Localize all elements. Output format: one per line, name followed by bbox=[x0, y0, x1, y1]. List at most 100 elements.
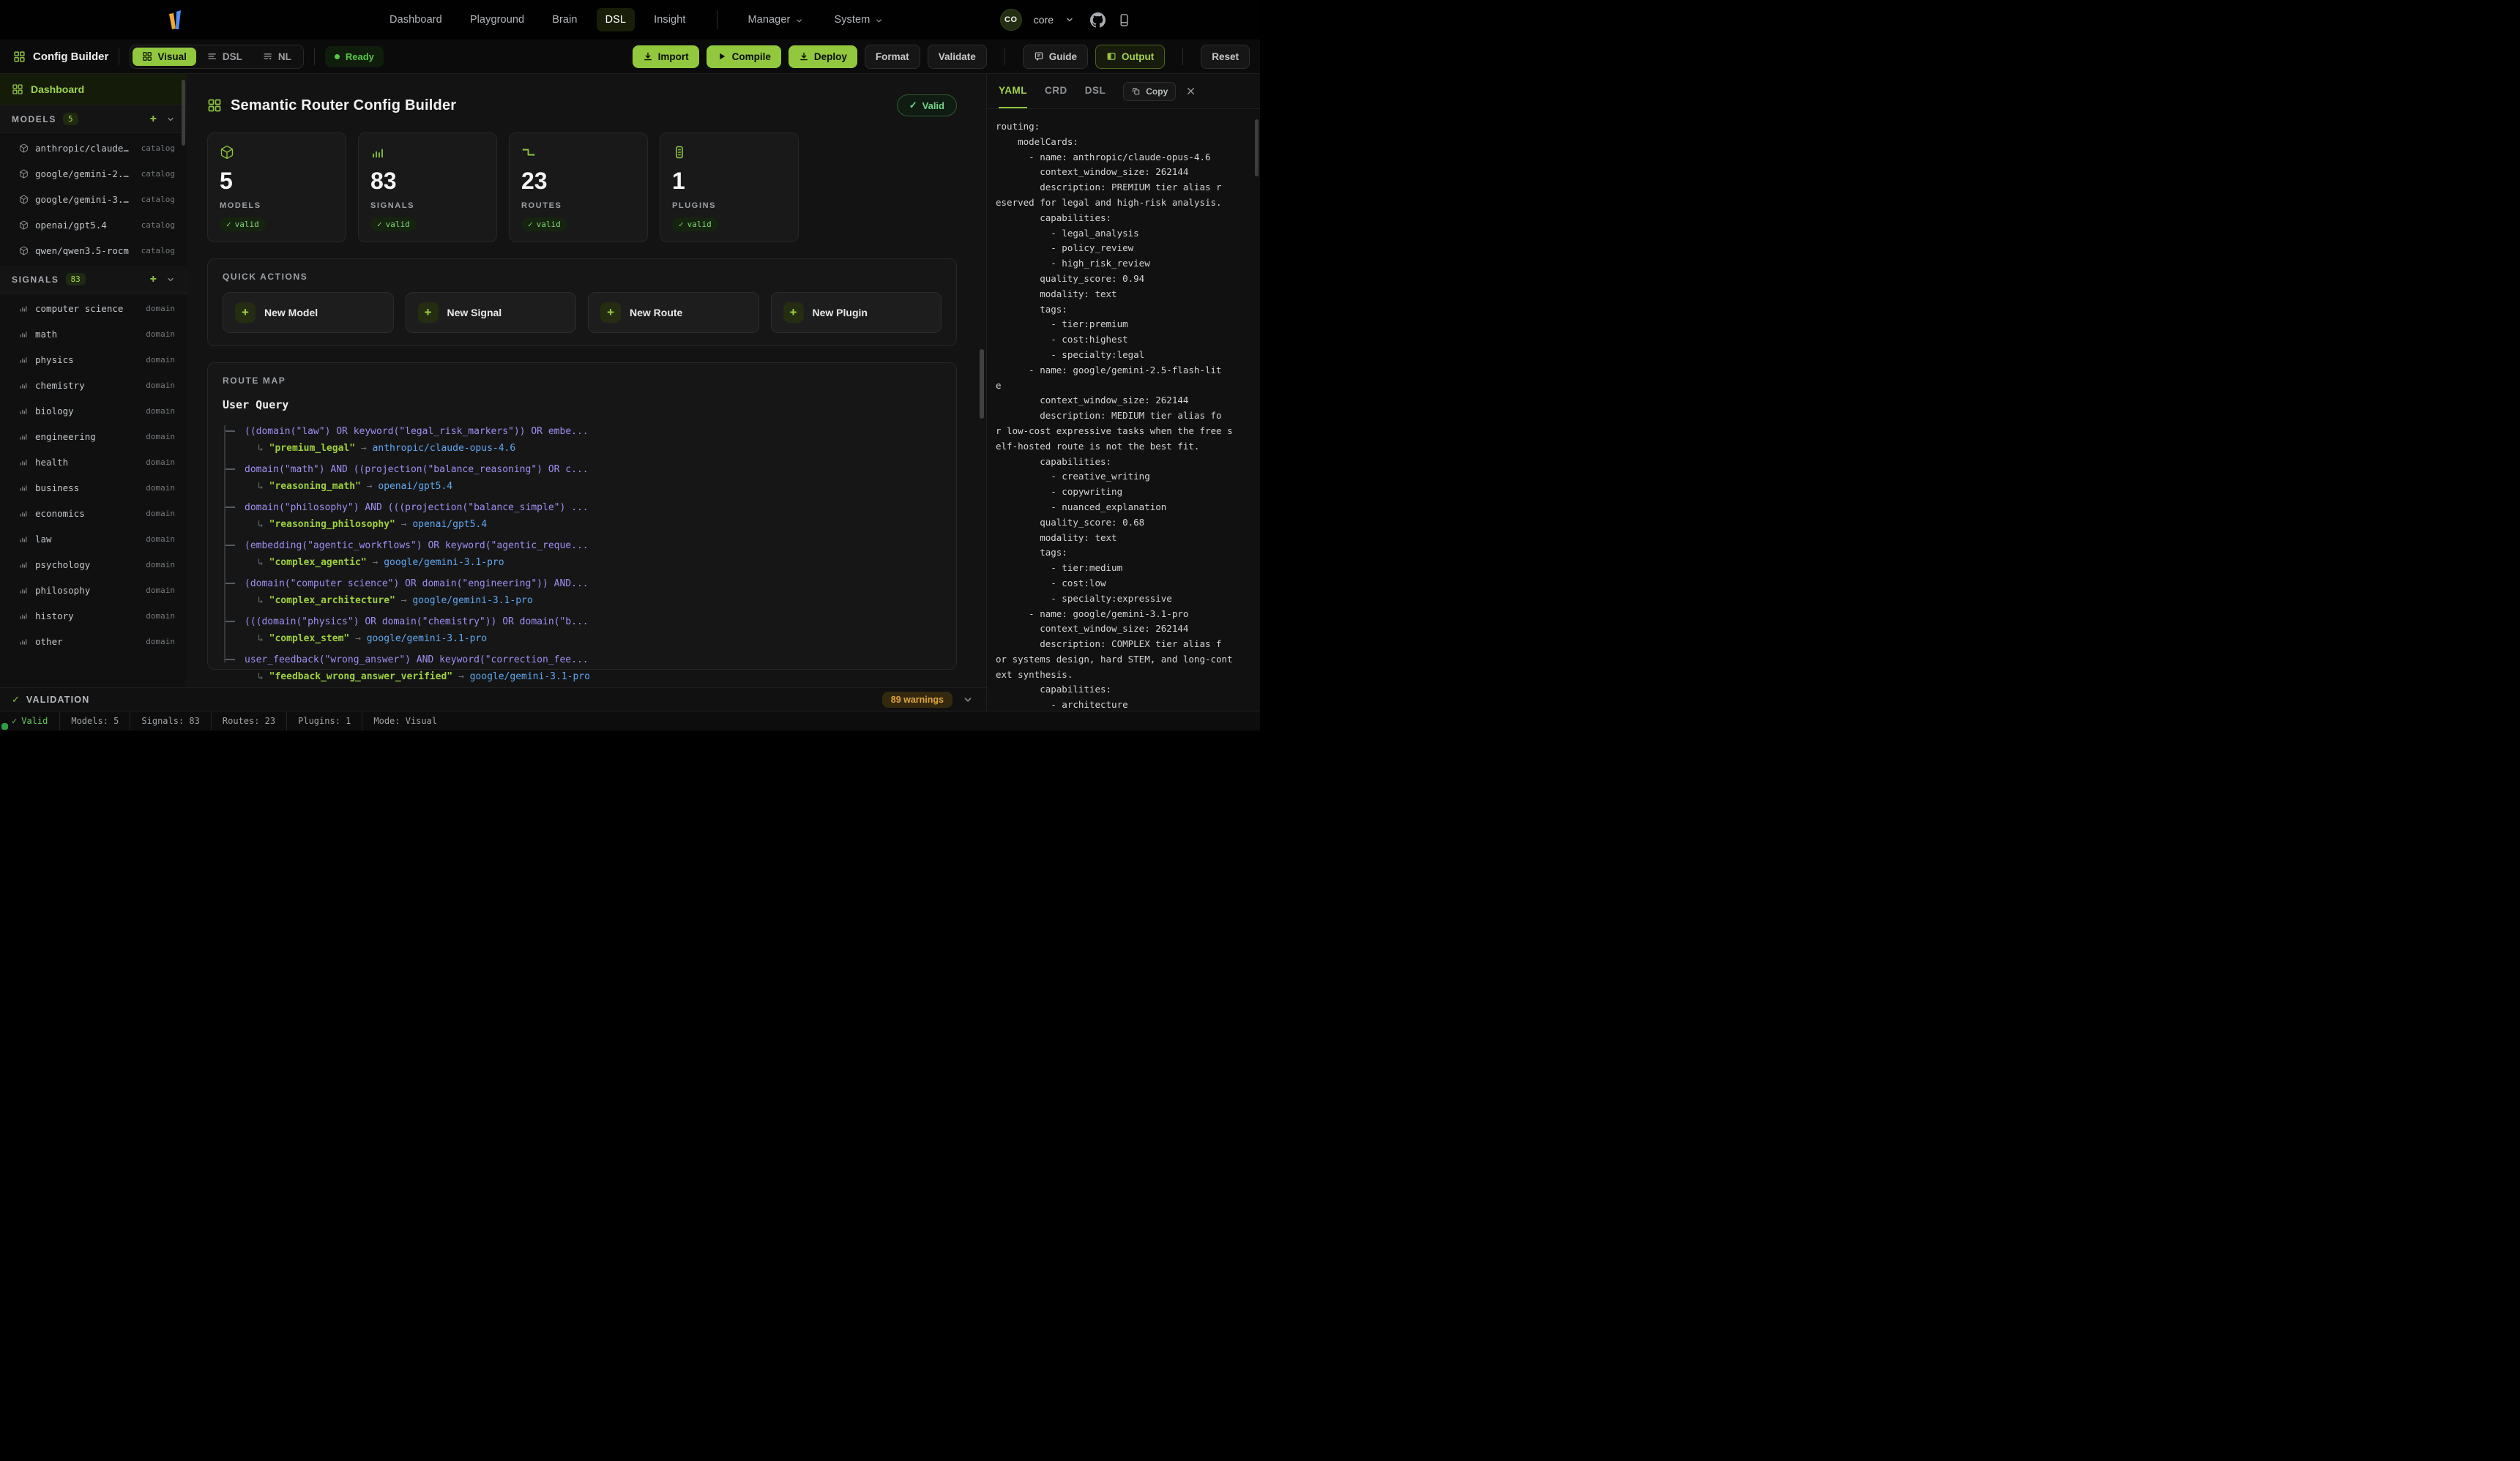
mode-tab[interactable]: DSL bbox=[198, 48, 252, 66]
nav-item[interactable]: Playground bbox=[461, 8, 533, 31]
sidebar-signal-item[interactable]: engineering domain bbox=[0, 424, 187, 449]
validation-title: VALIDATION bbox=[26, 695, 90, 705]
sidebar-model-item[interactable]: anthropic/claude… catalog bbox=[0, 135, 187, 161]
sidebar-signal-item[interactable]: business domain bbox=[0, 475, 187, 501]
device-icon[interactable] bbox=[1117, 13, 1131, 27]
toolbar-primary-button[interactable]: Compile bbox=[707, 45, 781, 68]
route-target[interactable]: ↳ "reasoning_philosophy" → openai/gpt5.4 bbox=[224, 517, 942, 532]
app-logo-icon[interactable] bbox=[167, 10, 184, 30]
sidebar-signal-item[interactable]: law domain bbox=[0, 526, 187, 552]
mode-tab-label: DSL bbox=[223, 51, 242, 62]
output-panel-tab[interactable]: CRD bbox=[1045, 74, 1067, 108]
nav-item[interactable]: Dashboard bbox=[381, 8, 451, 31]
guide-book-icon bbox=[1034, 51, 1044, 61]
mode-tab[interactable]: Visual bbox=[133, 48, 196, 66]
sidebar-model-item[interactable]: openai/gpt5.4 catalog bbox=[0, 212, 187, 238]
sidebar-signal-item[interactable]: computer science domain bbox=[0, 296, 187, 321]
connection-indicator bbox=[1, 723, 8, 730]
quick-action-button[interactable]: + New Signal bbox=[406, 292, 577, 333]
signal-bars-icon bbox=[19, 406, 29, 416]
route-model: google/gemini-3.1-pro bbox=[367, 633, 487, 644]
add-model-button[interactable]: + bbox=[150, 113, 157, 125]
sidebar-signal-item[interactable]: philosophy domain bbox=[0, 578, 187, 603]
nav-menu-item[interactable]: System bbox=[825, 8, 892, 31]
chevron-down-icon[interactable] bbox=[1065, 15, 1074, 24]
route-condition[interactable]: domain("math") AND ((projection("balance… bbox=[224, 462, 942, 477]
toolbar-secondary-button[interactable]: Validate bbox=[928, 45, 987, 69]
guide-button[interactable]: Guide bbox=[1023, 45, 1088, 69]
sidebar-model-item[interactable]: qwen/qwen3.5-rocm catalog bbox=[0, 238, 187, 264]
add-signal-button[interactable]: + bbox=[150, 274, 157, 285]
validation-bar[interactable]: ✓ VALIDATION 89 warnings bbox=[0, 687, 986, 711]
nav-menu-label: System bbox=[834, 14, 870, 26]
models-section-header[interactable]: MODELS 5 + bbox=[0, 105, 187, 133]
avatar[interactable]: CO bbox=[1000, 9, 1022, 31]
chevron-down-icon[interactable] bbox=[166, 275, 175, 284]
sidebar-model-item[interactable]: google/gemini-2.… catalog bbox=[0, 161, 187, 187]
quick-action-button[interactable]: + New Route bbox=[588, 292, 759, 333]
workspace-name[interactable]: core bbox=[1034, 14, 1054, 26]
route-target[interactable]: ↳ "complex_architecture" → google/gemini… bbox=[224, 593, 942, 608]
nav-item[interactable]: Insight bbox=[645, 8, 694, 31]
stat-label: ROUTES bbox=[521, 201, 562, 210]
sidebar-signal-item[interactable]: physics domain bbox=[0, 347, 187, 373]
output-panel-scrollbar[interactable] bbox=[1255, 119, 1259, 176]
sidebar-signal-item[interactable]: economics domain bbox=[0, 501, 187, 526]
nav-menu-item[interactable]: Manager bbox=[739, 8, 813, 31]
sidebar-model-item[interactable]: google/gemini-3.… catalog bbox=[0, 187, 187, 212]
route-condition[interactable]: (((domain("physics") OR domain("chemistr… bbox=[224, 614, 942, 629]
output-toggle-button[interactable]: Output bbox=[1095, 45, 1165, 69]
sidebar-signal-item[interactable]: chemistry domain bbox=[0, 373, 187, 398]
toolbar-button-label: Import bbox=[658, 51, 689, 62]
quick-action-button[interactable]: + New Plugin bbox=[771, 292, 942, 333]
signal-name: biology bbox=[35, 406, 74, 416]
close-panel-icon[interactable] bbox=[1185, 86, 1196, 97]
nav-item[interactable]: Brain bbox=[543, 8, 586, 31]
nav-item[interactable]: DSL bbox=[597, 8, 635, 31]
sidebar-signal-item[interactable]: psychology domain bbox=[0, 552, 187, 578]
sidebar-signal-item[interactable]: math domain bbox=[0, 321, 187, 347]
toolbar-secondary-button[interactable]: Format bbox=[865, 45, 920, 69]
warnings-badge[interactable]: 89 warnings bbox=[882, 692, 953, 708]
signal-type-tag: domain bbox=[146, 355, 175, 365]
chevron-down-icon[interactable] bbox=[963, 695, 973, 705]
output-panel-tab[interactable]: YAML bbox=[999, 74, 1027, 108]
route-target[interactable]: ↳ "reasoning_math" → openai/gpt5.4 bbox=[224, 479, 942, 494]
reset-button[interactable]: Reset bbox=[1201, 45, 1250, 69]
toolbar-primary-button[interactable]: Deploy bbox=[789, 45, 857, 68]
yaml-code[interactable]: routing: modelCards: - name: anthropic/c… bbox=[987, 109, 1260, 711]
route-condition[interactable]: (embedding("agentic_workflows") OR keywo… bbox=[224, 538, 942, 553]
main-scrollbar[interactable] bbox=[980, 349, 984, 419]
sidebar-signal-item[interactable]: other domain bbox=[0, 629, 187, 654]
toolbar-primary-button[interactable]: Import bbox=[633, 45, 699, 68]
output-panel-tab[interactable]: DSL bbox=[1085, 74, 1106, 108]
signal-name: psychology bbox=[35, 559, 90, 570]
sidebar-signal-item[interactable]: biology domain bbox=[0, 398, 187, 424]
quick-action-button[interactable]: + New Model bbox=[223, 292, 394, 333]
sidebar-signal-item[interactable]: history domain bbox=[0, 603, 187, 629]
route-name: "complex_stem" bbox=[269, 633, 350, 644]
route-target[interactable]: ↳ "complex_stem" → google/gemini-3.1-pro bbox=[224, 631, 942, 646]
sidebar-scrollbar[interactable] bbox=[182, 80, 185, 146]
nav-item-label: Brain bbox=[552, 14, 577, 26]
route-condition[interactable]: domain("philosophy") AND (((projection("… bbox=[224, 500, 942, 515]
toolbar-actions: Import Compile Deploy Format Validate Guide… bbox=[633, 45, 1250, 69]
route-condition[interactable]: ((domain("law") OR keyword("legal_risk_m… bbox=[224, 424, 942, 439]
signals-section-header[interactable]: SIGNALS 83 + bbox=[0, 266, 187, 294]
route-condition[interactable]: user_feedback("wrong_answer") AND keywor… bbox=[224, 652, 942, 668]
route-target[interactable]: ↳ "complex_agentic" → google/gemini-3.1-… bbox=[224, 555, 942, 570]
route-condition[interactable]: (domain("computer science") OR domain("e… bbox=[224, 576, 942, 591]
github-icon[interactable] bbox=[1090, 12, 1106, 28]
sidebar-item-dashboard[interactable]: Dashboard bbox=[0, 74, 187, 105]
branch-arrow-icon: ↳ bbox=[258, 595, 264, 606]
arrow-icon: → bbox=[458, 671, 464, 682]
chevron-down-icon[interactable] bbox=[166, 115, 175, 124]
toolbar-button-icon bbox=[717, 51, 727, 61]
branch-arrow-icon: ↳ bbox=[258, 557, 264, 568]
copy-button[interactable]: Copy bbox=[1123, 82, 1176, 101]
mode-tab[interactable]: NL bbox=[253, 48, 301, 66]
sidebar-signal-item[interactable]: health domain bbox=[0, 449, 187, 475]
route-target[interactable]: ↳ "premium_legal" → anthropic/claude-opu… bbox=[224, 441, 942, 456]
signal-type-tag: domain bbox=[146, 586, 175, 595]
route-target[interactable]: ↳ "feedback_wrong_answer_verified" → goo… bbox=[224, 669, 942, 684]
